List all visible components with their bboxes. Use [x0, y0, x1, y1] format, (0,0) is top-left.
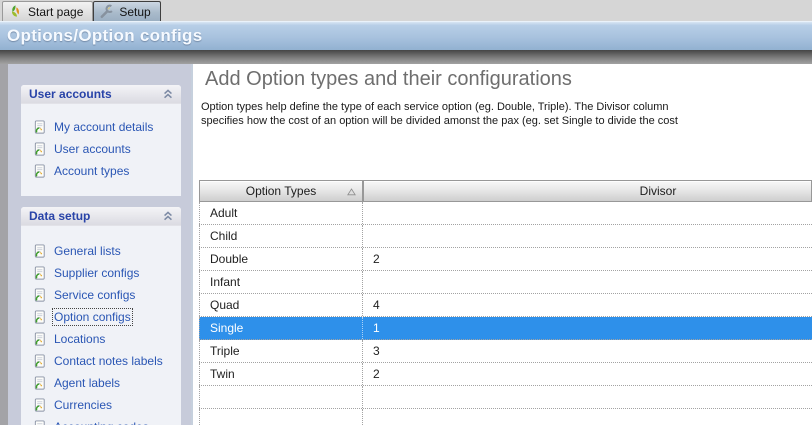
divisor-cell: 2: [363, 248, 812, 270]
table-row-selected[interactable]: Single 1: [199, 317, 812, 340]
sidebar-item-accounting-codes[interactable]: Accounting codes: [21, 416, 181, 425]
divisor-cell: [363, 271, 812, 293]
divisor-cell: [363, 225, 812, 247]
document-icon: [33, 142, 47, 157]
sidebar-item-option-configs[interactable]: Option configs: [21, 306, 181, 328]
divisor-cell: 2: [363, 363, 812, 385]
sidebar-item-label: General lists: [54, 244, 121, 258]
tab-label: Start page: [28, 5, 83, 19]
tab-setup[interactable]: Setup: [93, 1, 160, 21]
chevron-double-up-icon[interactable]: [163, 89, 173, 99]
option-type-cell: Child: [199, 225, 363, 247]
document-icon: [33, 332, 47, 347]
document-icon: [33, 376, 47, 391]
sidebar-item-account-types[interactable]: Account types: [21, 160, 181, 182]
column-label: Divisor: [640, 184, 677, 198]
group-title: Data setup: [29, 209, 163, 223]
wrench-icon: [99, 4, 114, 19]
option-type-cell: Single: [199, 317, 363, 339]
table-row-empty[interactable]: [199, 386, 812, 409]
document-icon: [33, 288, 47, 303]
divisor-cell: [363, 386, 812, 408]
document-icon: [33, 266, 47, 281]
tab-bar: Start page Setup: [0, 0, 812, 21]
sidebar-item-my-account-details[interactable]: My account details: [21, 116, 181, 138]
table-row-empty[interactable]: [199, 409, 812, 425]
section-description: Option types help define the type of eac…: [201, 100, 678, 128]
start-page-icon: [8, 4, 23, 19]
sidebar-item-general-lists[interactable]: General lists: [21, 240, 181, 262]
main-panel: Add Option types and their configuration…: [191, 64, 812, 425]
column-header-divisor[interactable]: Divisor: [363, 180, 812, 202]
sidebar-item-service-configs[interactable]: Service configs: [21, 284, 181, 306]
sidebar-item-user-accounts[interactable]: User accounts: [21, 138, 181, 160]
content-area: User accounts: [0, 64, 812, 425]
description-line-2: specifies how the cost of an option will…: [201, 114, 678, 128]
sidebar-item-label: Currencies: [54, 398, 112, 412]
sidebar-item-label: Agent labels: [54, 376, 120, 390]
document-icon: [33, 398, 47, 413]
table-header-row: Option Types Divisor: [199, 180, 812, 202]
table-row[interactable]: Child: [199, 225, 812, 248]
option-type-cell: Adult: [199, 202, 363, 224]
sidebar-item-label: Service configs: [54, 288, 135, 302]
document-icon: [33, 120, 47, 135]
sidebar-group-user-accounts: User accounts: [21, 85, 181, 196]
option-type-cell: Infant: [199, 271, 363, 293]
option-type-cell: Twin: [199, 363, 363, 385]
tab-start-page[interactable]: Start page: [2, 1, 93, 21]
sidebar-item-locations[interactable]: Locations: [21, 328, 181, 350]
sidebar-item-label: Option configs: [54, 310, 131, 324]
sidebar-group-header-data-setup[interactable]: Data setup: [21, 207, 181, 226]
table-row[interactable]: Quad 4: [199, 294, 812, 317]
divisor-cell: [363, 409, 812, 425]
app-window: Start page Setup Options/Option configs …: [0, 0, 812, 425]
divisor-cell: [363, 202, 812, 224]
divisor-cell: 4: [363, 294, 812, 316]
sidebar-item-label: Supplier configs: [54, 266, 139, 280]
page-title: Options/Option configs: [0, 26, 202, 46]
sidebar-item-agent-labels[interactable]: Agent labels: [21, 372, 181, 394]
option-type-cell: Quad: [199, 294, 363, 316]
sidebar-group-header-user-accounts[interactable]: User accounts: [21, 85, 181, 104]
table-row[interactable]: Triple 3: [199, 340, 812, 363]
sidebar-item-label: Accounting codes: [54, 420, 149, 425]
group-title: User accounts: [29, 87, 163, 101]
sidebar-item-label: Locations: [54, 332, 105, 346]
sidebar-item-currencies[interactable]: Currencies: [21, 394, 181, 416]
sidebar-item-supplier-configs[interactable]: Supplier configs: [21, 262, 181, 284]
divisor-cell: 3: [363, 340, 812, 362]
column-label: Option Types: [246, 184, 317, 198]
document-icon: [33, 420, 47, 425]
sidebar: User accounts: [8, 64, 191, 425]
table-row[interactable]: Adult: [199, 202, 812, 225]
sidebar-item-contact-notes-labels[interactable]: Contact notes labels: [21, 350, 181, 372]
column-header-option-types[interactable]: Option Types: [199, 180, 363, 202]
document-icon: [33, 164, 47, 179]
document-icon: [33, 244, 47, 259]
page-header: Options/Option configs: [0, 21, 812, 50]
sidebar-group-data-setup: Data setup: [21, 207, 181, 425]
option-type-cell: Double: [199, 248, 363, 270]
tab-label: Setup: [119, 5, 150, 19]
section-title: Add Option types and their configuration…: [205, 68, 572, 91]
sidebar-item-label: Contact notes labels: [54, 354, 163, 368]
option-type-cell: Triple: [199, 340, 363, 362]
divisor-cell: 1: [363, 317, 812, 339]
document-icon: [33, 354, 47, 369]
header-shadow-strip: [0, 50, 812, 64]
option-type-cell: [199, 409, 363, 425]
sidebar-item-label: User accounts: [54, 142, 131, 156]
description-line-1: Option types help define the type of eac…: [201, 100, 678, 114]
sidebar-item-label: My account details: [54, 120, 153, 134]
option-type-cell: [199, 386, 363, 408]
sort-ascending-icon: [347, 188, 356, 196]
table-row[interactable]: Infant: [199, 271, 812, 294]
option-types-table: Option Types Divisor Adult: [199, 180, 812, 425]
table-row[interactable]: Double 2: [199, 248, 812, 271]
document-icon: [33, 310, 47, 325]
sidebar-item-label: Account types: [54, 164, 129, 178]
table-row[interactable]: Twin 2: [199, 363, 812, 386]
chevron-double-up-icon[interactable]: [163, 211, 173, 221]
